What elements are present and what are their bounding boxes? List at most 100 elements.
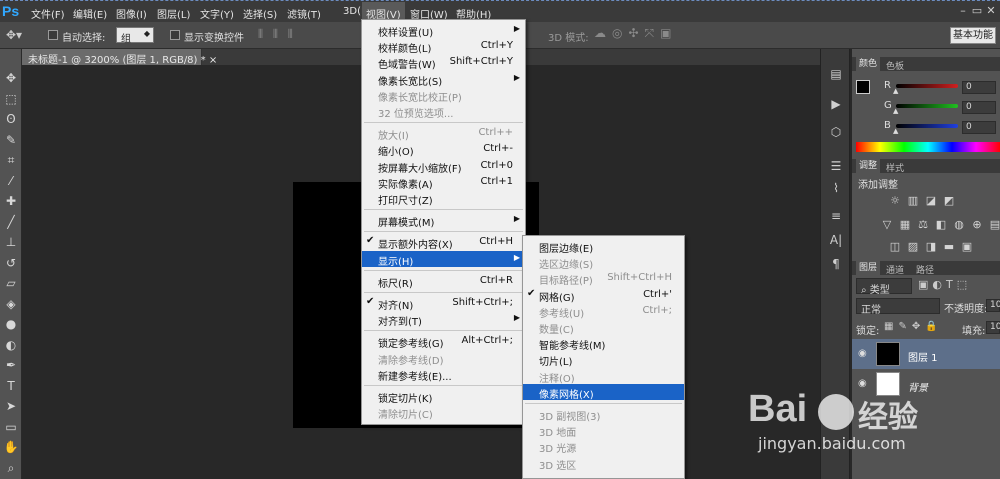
shape-tool-icon[interactable]: ▭ [2,418,20,436]
3d-icon[interactable]: ⬡ [828,124,844,140]
history-icon[interactable]: ▤ [828,66,844,82]
eraser-tool-icon[interactable]: ▱ [2,274,20,292]
foreground-color-swatch[interactable] [856,80,870,94]
show-submenu-item[interactable]: 像素网格(X) [523,383,684,401]
tab-color[interactable]: 颜色 [856,57,881,71]
menu-layer[interactable]: 图层(L) [157,6,190,21]
opacity-input[interactable]: 10 [986,299,1000,312]
channel-value-b[interactable]: 0 [962,121,996,134]
blur-tool-icon[interactable]: ● [2,315,20,333]
close-button[interactable]: ✕ [984,5,998,17]
pen-tool-icon[interactable]: ✒ [2,356,20,374]
view-menu-item[interactable]: 按屏幕大小缩放(F) Ctrl+0 [362,158,525,175]
selective-color-icon[interactable]: ▣ [960,240,974,254]
quick-select-tool-icon[interactable]: ✎ [2,131,20,149]
menu-select[interactable]: 选择(S) [243,6,277,21]
show-transform-checkbox[interactable] [170,30,180,40]
tab-channels[interactable]: 通道 [886,263,904,276]
view-menu-item[interactable]: 锁定切片(K) [362,388,525,405]
exposure-icon[interactable]: ◩ [942,194,956,208]
lock-icons[interactable]: ▦✎✥🔒 [884,321,943,332]
properties-icon[interactable]: ☰ [828,158,844,174]
menu-file[interactable]: 文件(F) [31,6,65,21]
crop-tool-icon[interactable]: ⌗ [2,151,20,169]
zoom-tool-icon[interactable]: ⌕ [2,459,20,477]
minimize-button[interactable]: – [956,5,970,17]
lasso-tool-icon[interactable]: ʘ [2,110,20,128]
channel-slider-b[interactable] [896,124,958,128]
view-menu-item[interactable]: 色域警告(W) Shift+Ctrl+Y [362,54,525,71]
gradient-map-icon[interactable]: ▬ [942,240,956,254]
path-select-icon[interactable]: ➤ [2,397,20,415]
view-menu-item[interactable]: ✔ 对齐(N) Shift+Ctrl+; [362,295,525,312]
view-menu-item[interactable]: 对齐到(T) ▶ [362,311,525,328]
bw-icon[interactable]: ◧ [934,218,948,232]
fill-input[interactable]: 10 [986,321,1000,334]
view-menu-item[interactable]: 校样设置(U) ▶ [362,22,525,39]
color-ramp[interactable] [856,142,1000,152]
channel-mixer-icon[interactable]: ⊕ [970,218,984,232]
view-menu-item[interactable]: 标尺(R) Ctrl+R [362,273,525,290]
tool-presets-icon[interactable]: ≡ [828,208,844,224]
align-icons[interactable]: ⫴ ⫴ ⫴ [258,27,296,42]
channel-slider-r[interactable] [896,84,958,88]
menu-image[interactable]: 图像(I) [116,6,147,21]
curves-icon[interactable]: ◪ [924,194,938,208]
view-menu-item[interactable]: 新建参考线(E)... [362,366,525,383]
color-balance-icon[interactable]: ⚖ [916,218,930,232]
move-tool-icon[interactable]: ✥▾ [6,28,22,42]
menu-edit[interactable]: 编辑(E) [73,6,107,21]
hsl-icon[interactable]: ▦ [898,218,912,232]
brightness-icon[interactable]: ☼ [888,194,902,208]
view-menu-item[interactable]: 打印尺寸(Z) [362,190,525,207]
layer-filter-dropdown[interactable]: ⌕ 类型 [856,278,912,296]
move-tool-icon[interactable]: ✥ [2,69,20,87]
posterize-icon[interactable]: ▨ [906,240,920,254]
invert-icon[interactable]: ◫ [888,240,902,254]
menu-filter[interactable]: 滤镜(T) [287,6,321,21]
menu-type[interactable]: 文字(Y) [200,6,234,21]
show-submenu-item[interactable]: 智能参考线(M) [523,335,684,352]
color-lookup-icon[interactable]: ▤ [988,218,1000,232]
3d-mode-icons[interactable]: ☁◎✣⤧▣ [594,26,677,41]
paint-bucket-icon[interactable]: ◈ [2,295,20,313]
marquee-tool-icon[interactable]: ⬚ [2,90,20,108]
view-menu-item[interactable]: 缩小(O) Ctrl+- [362,141,525,158]
healing-brush-icon[interactable]: ✚ [2,192,20,210]
layer-filter-icons[interactable]: ▣◐T⬚ [918,278,971,291]
layer-row-layer-1[interactable]: ◉ 图层 1 [852,339,1000,369]
channel-value-g[interactable]: 0 [962,101,996,114]
character-icon[interactable]: A| [828,232,844,248]
tab-layers[interactable]: 图层 [856,261,881,275]
type-tool-icon[interactable]: T [2,377,20,395]
view-menu-item[interactable]: 校样颜色(L) Ctrl+Y [362,38,525,55]
show-submenu-item[interactable]: ✔ 网格(G) Ctrl+' [523,287,684,304]
auto-select-group-dropdown[interactable]: 组 ◆ [116,27,154,45]
levels-icon[interactable]: ▥ [906,194,920,208]
view-menu-item[interactable]: ✔ 显示额外内容(X) Ctrl+H [362,234,525,251]
history-brush-icon[interactable]: ↺ [2,254,20,272]
workspace-button[interactable]: 基本功能 [950,27,996,44]
actions-icon[interactable]: ▶ [828,96,844,112]
view-menu-item[interactable]: 实际像素(A) Ctrl+1 [362,174,525,191]
tab-swatches[interactable]: 色板 [886,59,904,72]
visibility-eye-icon[interactable]: ◉ [858,348,867,359]
photo-filter-icon[interactable]: ◍ [952,218,966,232]
channel-slider-g[interactable] [896,104,958,108]
show-submenu-item[interactable]: 切片(L) [523,351,684,368]
blend-mode-dropdown[interactable]: 正常 [856,298,940,316]
eyedropper-tool-icon[interactable]: ⁄ [2,172,20,190]
tab-adjustments[interactable]: 调整 [856,159,881,173]
view-menu-item[interactable]: 锁定参考线(G) Alt+Ctrl+; [362,333,525,350]
clone-stamp-icon[interactable]: ⊥ [2,233,20,251]
channel-value-r[interactable]: 0 [962,81,996,94]
view-menu-item[interactable]: 像素长宽比(S) ▶ [362,71,525,88]
tab-paths[interactable]: 路径 [916,263,934,276]
show-submenu-item[interactable]: 图层边缘(E) [523,238,684,255]
auto-select-checkbox[interactable] [48,30,58,40]
document-tab[interactable]: 未标题-1 @ 3200% (图层 1, RGB/8) * × [22,49,217,66]
view-menu-item[interactable]: 屏幕模式(M) ▶ [362,212,525,229]
slider-handle-icon[interactable]: ▲ [893,87,898,95]
dodge-tool-icon[interactable]: ◐ [2,336,20,354]
brush-panel-icon[interactable]: ⌇ [828,180,844,196]
